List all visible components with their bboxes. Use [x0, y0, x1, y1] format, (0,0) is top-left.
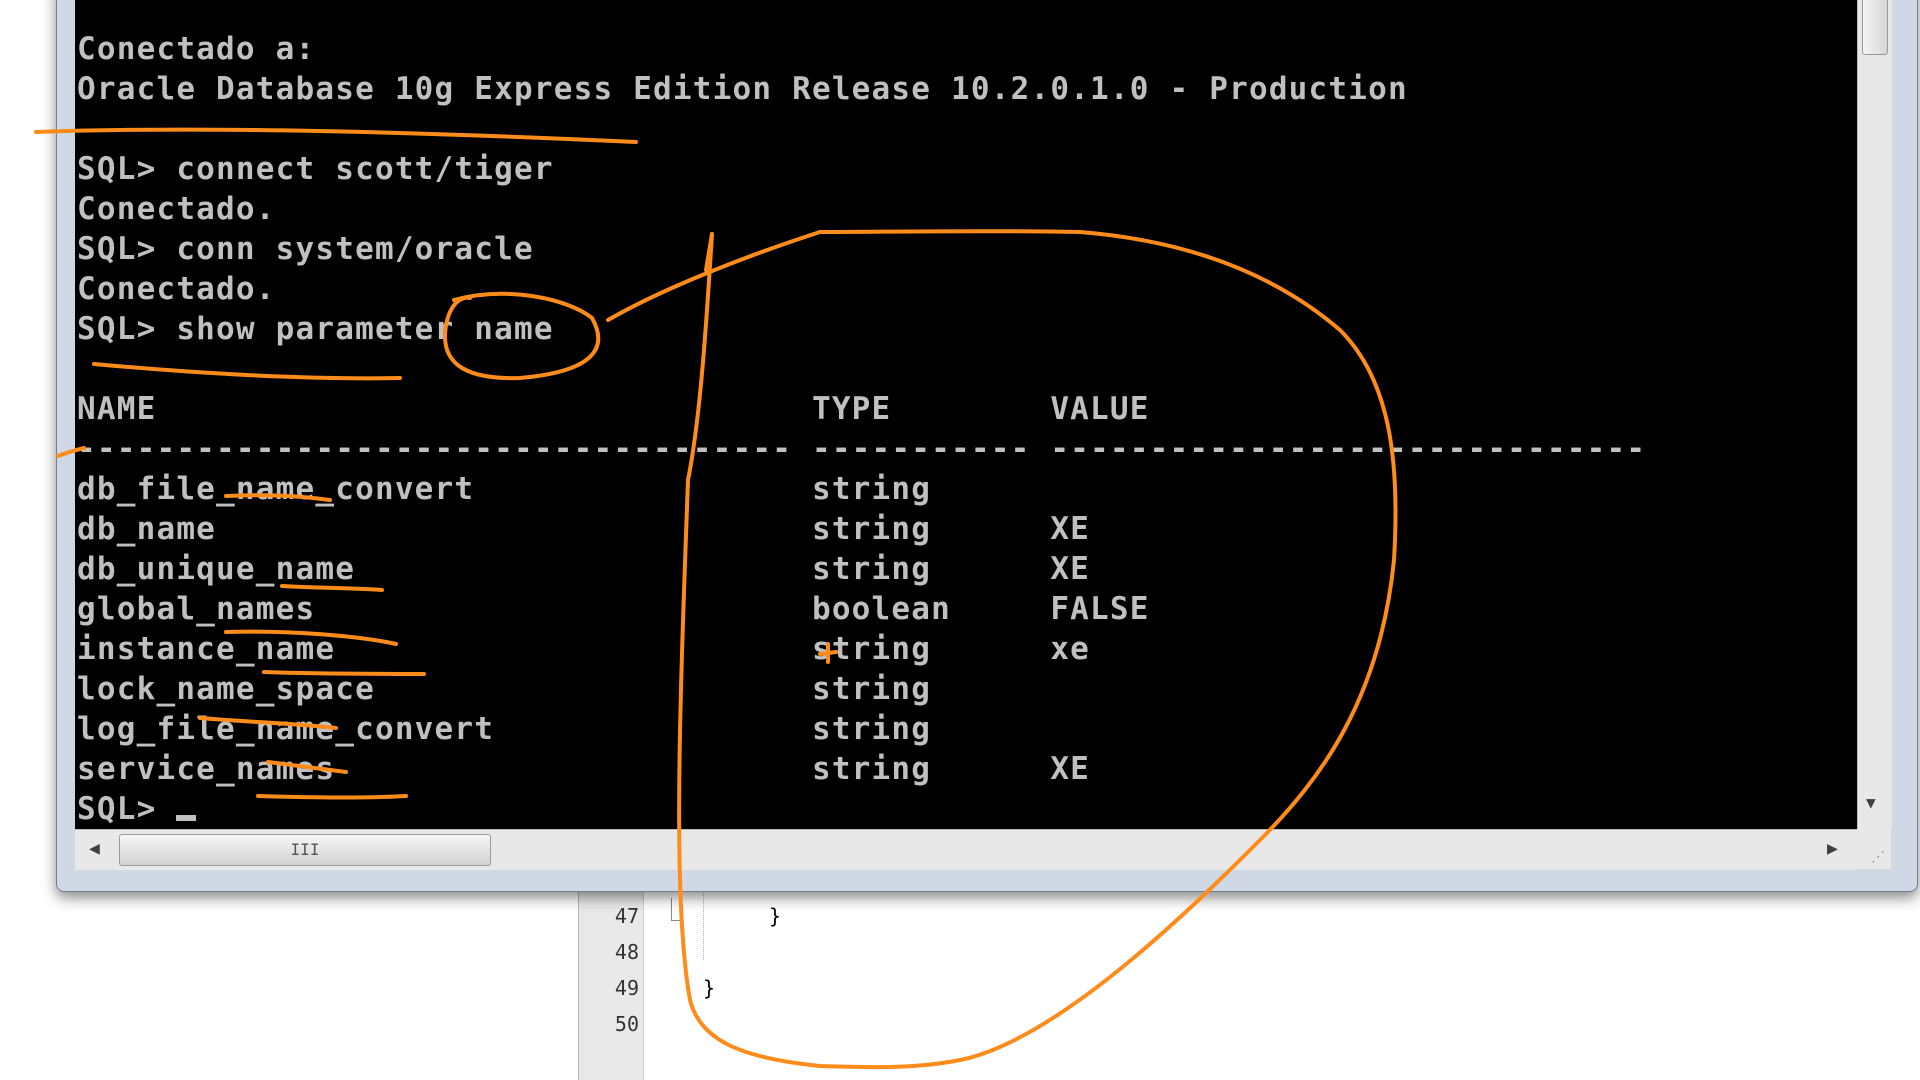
console-line: NAME TYPE VALUE — [77, 391, 1150, 427]
console-line: Conectado. — [77, 271, 276, 307]
line-number-gutter: 47 48 49 50 — [579, 880, 644, 1080]
console-text: Conectado a: Oracle Database 10g Express … — [77, 29, 1646, 829]
console-line: log_file_name_convert string — [77, 711, 932, 747]
prompt-line[interactable]: SQL> — [77, 789, 1646, 829]
console-line: db_name string XE — [77, 511, 1091, 547]
console-line: ------------------------------------ ---… — [77, 431, 1647, 467]
console-line: service_names string XE — [77, 751, 1091, 787]
console-line: SQL> connect scott/tiger — [77, 151, 554, 187]
code-editor[interactable]: 47 48 49 50 } } — [578, 880, 1920, 1080]
horizontal-scrollbar[interactable]: ◀ III ▶ — [75, 829, 1857, 870]
resize-grip[interactable]: ⋰ — [1857, 829, 1891, 869]
code-line[interactable]: } — [769, 904, 781, 928]
console-line: global_names boolean FALSE — [77, 591, 1150, 627]
horizontal-scroll-thumb[interactable]: III — [119, 834, 491, 866]
vertical-scrollbar[interactable]: ▼ — [1857, 0, 1892, 829]
console-line: db_unique_name string XE — [77, 551, 1091, 587]
line-number: 48 — [614, 940, 639, 964]
console-line: lock_name_space string — [77, 671, 932, 707]
text-cursor — [176, 815, 197, 821]
console-line: Conectado a: — [77, 31, 316, 67]
console-line: SQL> show parameter name — [77, 311, 554, 347]
scroll-left-arrow-icon[interactable]: ◀ — [89, 838, 100, 859]
indent-guide — [703, 880, 704, 960]
sqlplus-console-window[interactable]: Conectado a: Oracle Database 10g Express … — [56, 0, 1918, 892]
grip-icon: III — [290, 840, 320, 859]
console-line: Conectado. — [77, 191, 276, 227]
sql-prompt: SQL> — [77, 791, 177, 827]
resize-grip-icon: ⋰ — [1871, 849, 1885, 865]
console-line: Oracle Database 10g Express Edition Rele… — [77, 71, 1408, 107]
scroll-right-arrow-icon[interactable]: ▶ — [1827, 838, 1838, 859]
console-line: SQL> conn system/oracle — [77, 231, 534, 267]
line-number: 47 — [614, 904, 639, 928]
scroll-down-arrow-icon[interactable]: ▼ — [1866, 793, 1876, 812]
fold-marker[interactable] — [671, 898, 680, 921]
line-number: 50 — [614, 1012, 639, 1036]
line-number: 49 — [614, 976, 639, 1000]
console-line: instance_name string xe — [77, 631, 1091, 667]
code-line[interactable]: } — [703, 976, 715, 1000]
console-line: db_file_name_convert string — [77, 471, 932, 507]
console-output[interactable]: Conectado a: Oracle Database 10g Express … — [75, 0, 1857, 829]
vertical-scroll-thumb[interactable] — [1862, 0, 1888, 55]
